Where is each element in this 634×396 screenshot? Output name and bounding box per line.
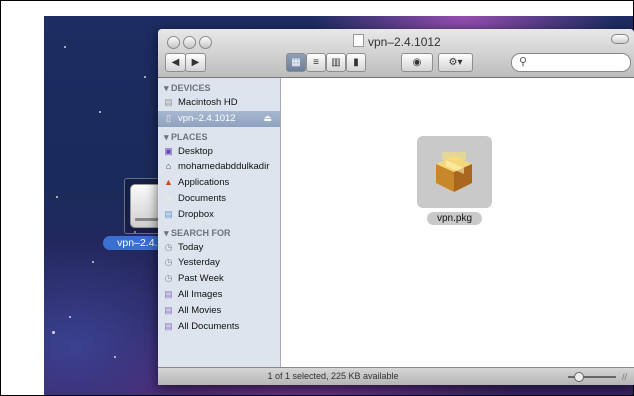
status-bar: 1 of 1 selected, 225 KB available // [158,367,634,385]
documents-icon: ■ [165,192,172,203]
sidebar-item[interactable]: ▤ All Images [158,287,280,303]
smart-folder-icon: ▤ [164,288,173,299]
sidebar-item-label: Yesterday [178,257,220,269]
folder-icon: ▤ [164,208,173,219]
sidebar-item[interactable]: ▤ Dropbox [158,207,280,223]
column-view-button[interactable]: ▥ [326,53,346,72]
zoom-button[interactable] [199,36,212,49]
applications-icon: ▲ [164,177,173,188]
sidebar-item-label: mohamedabddulkadir [178,161,270,173]
eye-icon: ◉ [412,57,422,68]
list-view-button[interactable]: ≡ [306,53,326,72]
icon-view-icon: ▦ [291,57,301,68]
icon-size-slider-knob[interactable] [574,372,584,382]
sidebar-item-label: Past Week [178,273,224,285]
minimize-button[interactable] [183,36,196,49]
sidebar-item[interactable]: ◷ Yesterday [158,255,280,271]
clock-icon: ◷ [164,241,173,252]
file-browser-content: vpn.pkg [281,78,634,367]
document-icon [353,34,364,47]
column-view-icon: ▥ [331,57,341,68]
clock-icon: ◷ [164,257,173,268]
eject-icon[interactable]: ⏏ [263,111,272,127]
sidebar: ▾ DEVICES ▤ Macintosh HD ▯ vpn–2.4.1012 ⏏ ▾ PL… [158,78,281,367]
sidebar-item-label: Dropbox [178,208,214,220]
sidebar-item-label: All Movies [178,304,222,316]
window-title: vpn–2.4.1012 [353,34,441,49]
hard-drive-icon: ▤ [164,97,173,107]
sidebar-item-label: All Documents [178,320,240,332]
sidebar-section-header[interactable]: ▾ PLACES [158,131,280,144]
smart-folder-icon: ▤ [164,320,173,331]
toolbar-toggle-button[interactable] [611,34,629,44]
forward-icon: ▶ [191,57,200,68]
sidebar-item-label: All Images [178,288,223,300]
status-text: 1 of 1 selected, 225 KB available [267,371,399,381]
sidebar-item[interactable]: ⌂ mohamedabddulkadir [158,159,280,175]
disk-image-icon: ▯ [166,112,171,123]
sidebar-item[interactable]: ◷ Today [158,240,280,256]
sidebar-section-header[interactable]: ▾ DEVICES [158,82,280,95]
gear-icon: ⚙▾ [448,57,463,68]
quicklook-button[interactable]: ◉ [401,53,433,72]
sidebar-item[interactable]: ▣ Desktop [158,144,280,160]
sidebar-item[interactable]: ■ Documents [158,191,280,207]
resize-grip-icon[interactable]: // [622,372,627,382]
search-field[interactable]: ⚲ [511,53,631,72]
sidebar-item[interactable]: ▤ Macintosh HD [158,95,280,111]
coverflow-view-button[interactable]: ▮ [346,53,366,72]
action-menu-button[interactable]: ⚙▾ [438,53,473,72]
list-view-icon: ≡ [313,57,319,68]
sidebar-item-label: Desktop [178,145,213,157]
sidebar-item-label: Today [178,241,204,253]
sidebar-item[interactable]: ▤ All Documents [158,319,280,335]
window-toolbar: vpn–2.4.1012 ◀ ▶ ▦ ≡ ▥ ▮ ◉ ⚙▾ ⚲ [158,29,634,78]
file-item[interactable]: vpn.pkg [417,136,492,226]
package-icon [436,152,472,192]
desktop-icon: ▣ [164,145,173,156]
sidebar-item-label: Applications [178,177,230,189]
clock-icon: ◷ [164,273,173,284]
smart-folder-icon: ▤ [164,304,173,315]
coverflow-view-icon: ▮ [353,57,359,68]
search-icon: ⚲ [519,56,528,68]
back-button[interactable]: ◀ [165,53,186,72]
finder-window: vpn–2.4.1012 ◀ ▶ ▦ ≡ ▥ ▮ ◉ ⚙▾ ⚲ ▾ DEVICE… [158,29,634,385]
back-icon: ◀ [171,57,180,68]
sidebar-section-header[interactable]: ▾ SEARCH FOR [158,227,280,240]
icon-view-button[interactable]: ▦ [286,53,306,72]
home-icon: ⌂ [165,161,172,172]
sidebar-item-label: Documents [178,192,227,204]
sidebar-item[interactable]: ▤ All Movies [158,303,280,319]
sidebar-item-label: Macintosh HD [178,97,238,108]
forward-button[interactable]: ▶ [185,53,206,72]
sidebar-item[interactable]: ▯ vpn–2.4.1012 ⏏ [158,110,280,127]
sidebar-item-label: vpn–2.4.1012 [178,112,236,124]
sidebar-item[interactable]: ◷ Past Week [158,271,280,287]
window-title-text: vpn–2.4.1012 [368,35,441,49]
file-label: vpn.pkg [427,212,482,225]
sidebar-item[interactable]: ▲ Applications [158,175,280,191]
close-button[interactable] [167,36,180,49]
screenshot-frame: vpn–2.4.1012 vpn–2.4.1012 ◀ ▶ ▦ ≡ ▥ ▮ ◉ … [0,0,634,396]
